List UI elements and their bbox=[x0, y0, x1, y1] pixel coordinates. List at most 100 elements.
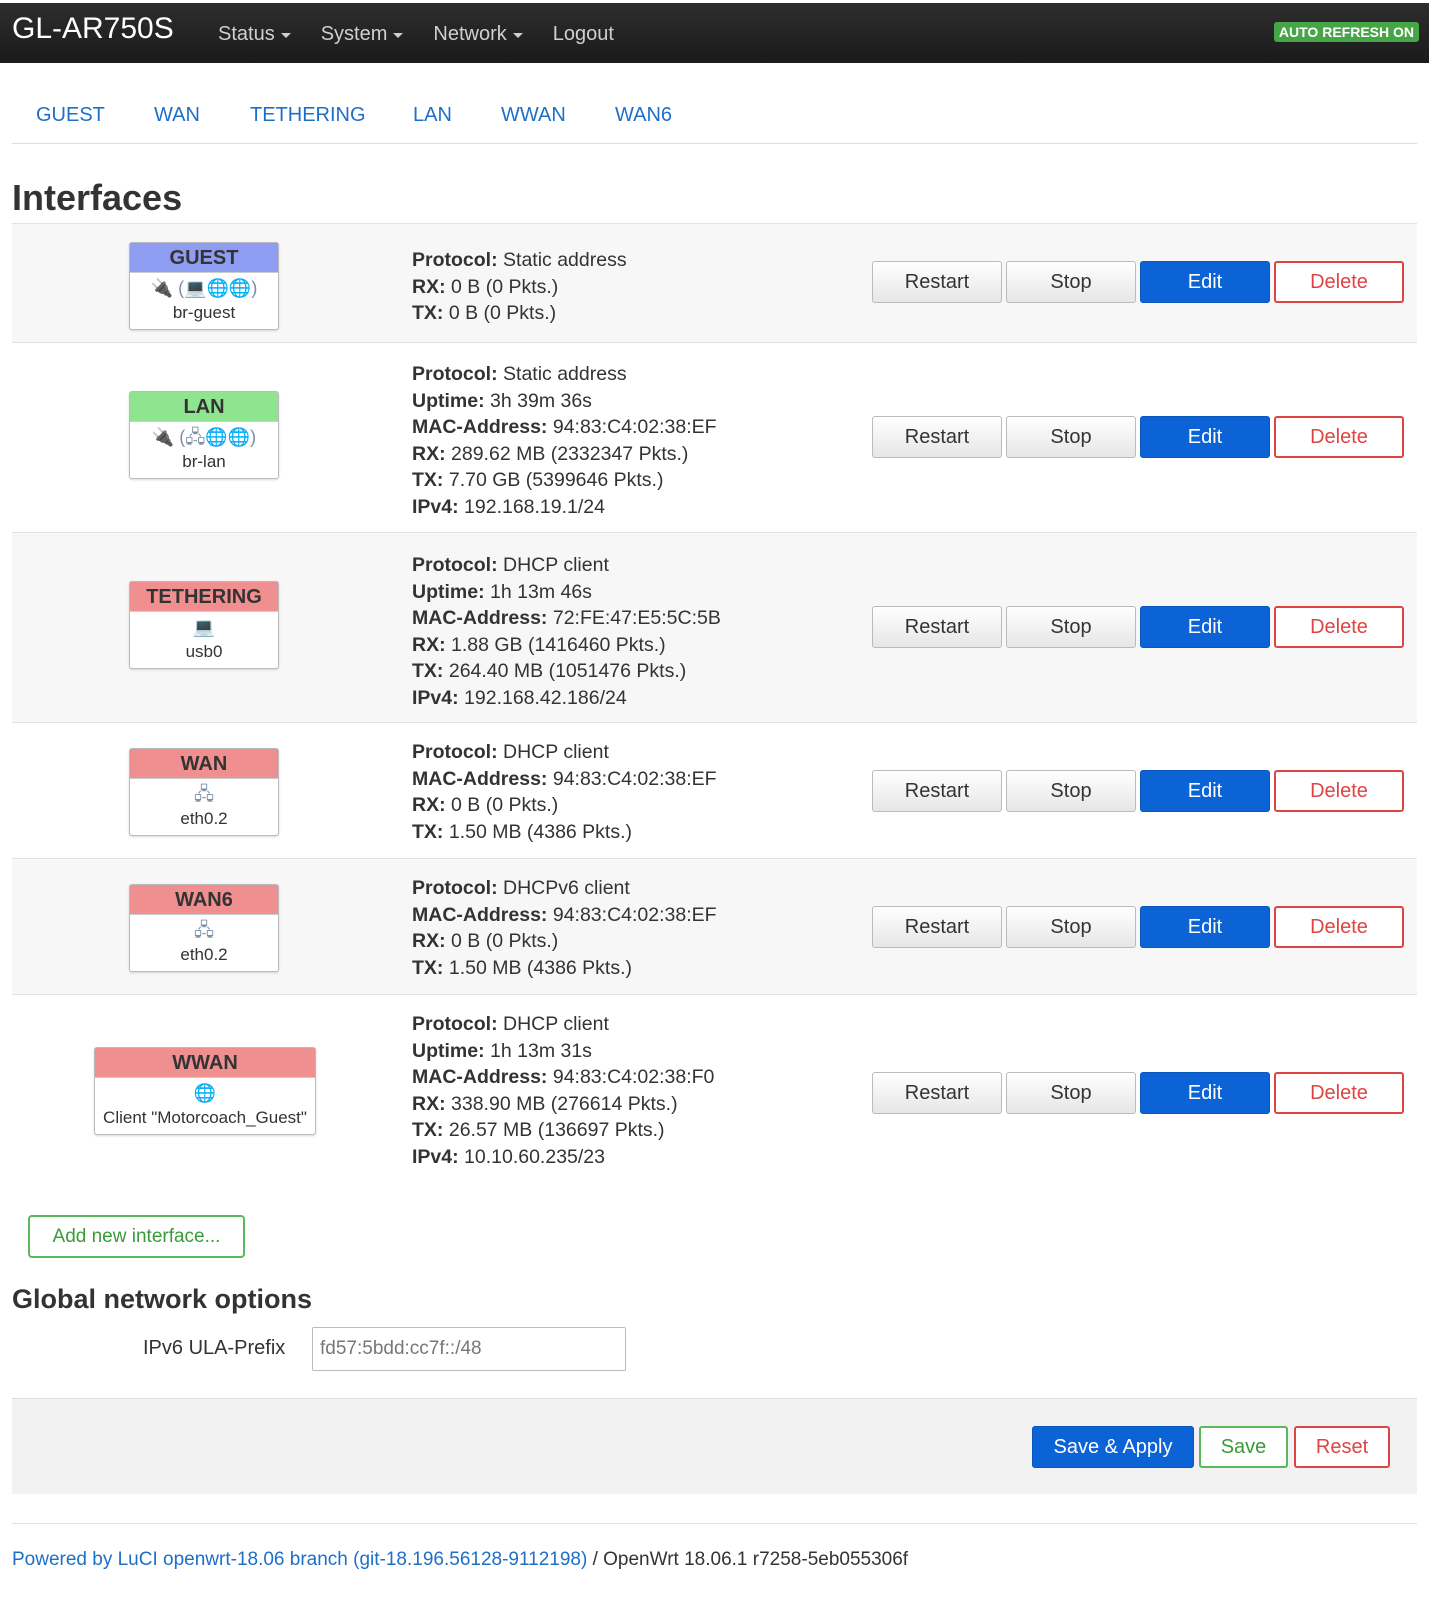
restart-button[interactable]: Restart bbox=[872, 906, 1002, 948]
add-interface-button[interactable]: Add new interface... bbox=[28, 1215, 245, 1258]
info-label: RX: bbox=[412, 275, 446, 298]
interface-actions: Restart Stop Edit Delete bbox=[872, 906, 1408, 948]
info-line: TX: 7.70 GB (5399646 Pkts.) bbox=[412, 467, 717, 494]
info-label: RX: bbox=[412, 930, 446, 952]
tab-wan6[interactable]: WAN6 bbox=[615, 104, 672, 127]
tab-wan[interactable]: WAN bbox=[154, 104, 200, 127]
auto-refresh-badge[interactable]: AUTO REFRESH ON bbox=[1273, 22, 1419, 42]
info-value: 0 B (0 Pkts.) bbox=[451, 275, 559, 298]
delete-button[interactable]: Delete bbox=[1274, 606, 1404, 648]
edit-button[interactable]: Edit bbox=[1140, 416, 1270, 458]
info-line: Protocol: DHCP client bbox=[412, 739, 717, 766]
interface-name: GUEST bbox=[130, 243, 278, 273]
info-line: TX: 1.50 MB (4386 Pkts.) bbox=[412, 955, 717, 982]
menu-status[interactable]: Status bbox=[218, 23, 291, 46]
edit-button[interactable]: Edit bbox=[1140, 906, 1270, 948]
table-row: LAN 🔌 (🖧🌐🌐) br-lan Protocol: Static address… bbox=[12, 342, 1417, 532]
info-value: 1.50 MB (4386 Pkts.) bbox=[448, 820, 633, 843]
delete-button[interactable]: Delete bbox=[1274, 770, 1404, 812]
info-value: 0 B (0 Pkts.) bbox=[451, 794, 559, 816]
info-label: Protocol: bbox=[412, 1013, 498, 1035]
info-line: TX: 264.40 MB (1051476 Pkts.) bbox=[412, 658, 721, 685]
interface-actions: Restart Stop Edit Delete bbox=[872, 606, 1408, 648]
luci-link[interactable]: Powered by LuCI openwrt-18.06 branch (gi… bbox=[12, 1549, 587, 1570]
info-label: RX: bbox=[412, 794, 446, 816]
info-label: Protocol: bbox=[412, 554, 498, 576]
info-line: RX: 0 B (0 Pkts.) bbox=[412, 792, 717, 819]
info-line: MAC-Address: 94:83:C4:02:38:EF bbox=[412, 766, 717, 793]
info-value: 94:83:C4:02:38:EF bbox=[552, 416, 717, 438]
restart-button[interactable]: Restart bbox=[872, 770, 1002, 812]
info-value: 26.57 MB (136697 Pkts.) bbox=[448, 1119, 665, 1141]
interface-info: Protocol: DHCP client MAC-Address: 94:83:… bbox=[412, 739, 717, 845]
ula-prefix-input[interactable]: fd57:5bdd:cc7f::/48 bbox=[312, 1327, 626, 1371]
info-label: MAC-Address: bbox=[412, 1066, 548, 1088]
interface-name: WAN6 bbox=[130, 885, 278, 915]
delete-button[interactable]: Delete bbox=[1274, 1072, 1404, 1114]
menu-logout-label: Logout bbox=[552, 23, 614, 45]
info-value: 94:83:C4:02:38:F0 bbox=[552, 1066, 715, 1088]
brand-title[interactable]: GL-AR750S bbox=[12, 12, 174, 46]
interface-badge-wan6: WAN6 🖧 eth0.2 bbox=[129, 884, 279, 972]
info-value: 3h 39m 36s bbox=[490, 389, 592, 412]
menu-logout[interactable]: Logout bbox=[553, 23, 614, 46]
info-line: MAC-Address: 72:FE:47:E5:5C:5B bbox=[412, 605, 721, 632]
restart-button[interactable]: Restart bbox=[872, 1072, 1002, 1114]
info-value: 1h 13m 31s bbox=[490, 1039, 592, 1062]
interface-device: eth0.2 bbox=[180, 809, 228, 828]
network-device-icon: 🖧 bbox=[193, 920, 215, 940]
table-row: WWAN 🌐 Client "Motorcoach_Guest" Protocol: … bbox=[12, 994, 1417, 1194]
interface-name: LAN bbox=[130, 392, 278, 422]
menu-system[interactable]: System bbox=[321, 23, 404, 46]
edit-button[interactable]: Edit bbox=[1140, 606, 1270, 648]
info-value: 192.168.19.1/24 bbox=[464, 495, 605, 518]
info-line: IPv4: 10.10.60.235/23 bbox=[412, 1144, 714, 1171]
info-line: Uptime: 1h 13m 31s bbox=[412, 1038, 714, 1065]
edit-button[interactable]: Edit bbox=[1140, 770, 1270, 812]
edit-button[interactable]: Edit bbox=[1140, 1072, 1270, 1114]
tab-guest[interactable]: GUEST bbox=[36, 104, 105, 127]
delete-button[interactable]: Delete bbox=[1274, 261, 1404, 303]
reset-button[interactable]: Reset bbox=[1294, 1426, 1390, 1468]
stop-button[interactable]: Stop bbox=[1006, 606, 1136, 648]
restart-button[interactable]: Restart bbox=[872, 416, 1002, 458]
main-menu: Status System Network Logout bbox=[218, 23, 644, 46]
menu-network[interactable]: Network bbox=[433, 23, 523, 46]
footer: Powered by LuCI openwrt-18.06 branch (gi… bbox=[12, 1549, 908, 1571]
interface-info: Protocol: DHCP client Uptime: 1h 13m 46s M… bbox=[412, 552, 721, 711]
tab-lan[interactable]: LAN bbox=[413, 104, 452, 127]
stop-button[interactable]: Stop bbox=[1006, 261, 1136, 303]
stop-button[interactable]: Stop bbox=[1006, 1072, 1136, 1114]
info-value: 94:83:C4:02:38:EF bbox=[552, 767, 717, 790]
menu-network-label: Network bbox=[433, 23, 507, 45]
interface-actions: Restart Stop Edit Delete bbox=[872, 261, 1408, 303]
info-line: RX: 289.62 MB (2332347 Pkts.) bbox=[412, 441, 717, 468]
info-label: Protocol: bbox=[412, 741, 498, 763]
stop-button[interactable]: Stop bbox=[1006, 770, 1136, 812]
save-apply-button[interactable]: Save & Apply bbox=[1032, 1426, 1194, 1468]
info-value: 1.50 MB (4386 Pkts.) bbox=[448, 956, 633, 979]
info-line: Protocol: DHCP client bbox=[412, 1011, 714, 1038]
restart-button[interactable]: Restart bbox=[872, 606, 1002, 648]
info-line: MAC-Address: 94:83:C4:02:38:EF bbox=[412, 902, 717, 929]
stop-button[interactable]: Stop bbox=[1006, 906, 1136, 948]
network-device-icon: 💻 bbox=[192, 617, 216, 637]
info-label: RX: bbox=[412, 442, 446, 465]
table-row: GUEST 🔌 (💻🌐🌐) br-guest Protocol: Static add… bbox=[12, 223, 1417, 342]
network-device-icon: 🖧 bbox=[193, 784, 215, 804]
save-button[interactable]: Save bbox=[1199, 1426, 1288, 1468]
top-navbar: GL-AR750S Status System Network Logout A… bbox=[0, 0, 1429, 63]
info-label: Uptime: bbox=[412, 580, 485, 603]
info-line: TX: 26.57 MB (136697 Pkts.) bbox=[412, 1117, 714, 1144]
delete-button[interactable]: Delete bbox=[1274, 416, 1404, 458]
edit-button[interactable]: Edit bbox=[1140, 261, 1270, 303]
delete-button[interactable]: Delete bbox=[1274, 906, 1404, 948]
tab-tethering[interactable]: TETHERING bbox=[250, 104, 366, 127]
info-value: 192.168.42.186/24 bbox=[464, 686, 627, 709]
info-value: 1h 13m 46s bbox=[490, 580, 592, 603]
restart-button[interactable]: Restart bbox=[872, 261, 1002, 303]
info-value: 0 B (0 Pkts.) bbox=[448, 302, 557, 324]
info-value: DHCPv6 client bbox=[503, 877, 630, 899]
tab-wwan[interactable]: WWAN bbox=[501, 104, 566, 127]
stop-button[interactable]: Stop bbox=[1006, 416, 1136, 458]
